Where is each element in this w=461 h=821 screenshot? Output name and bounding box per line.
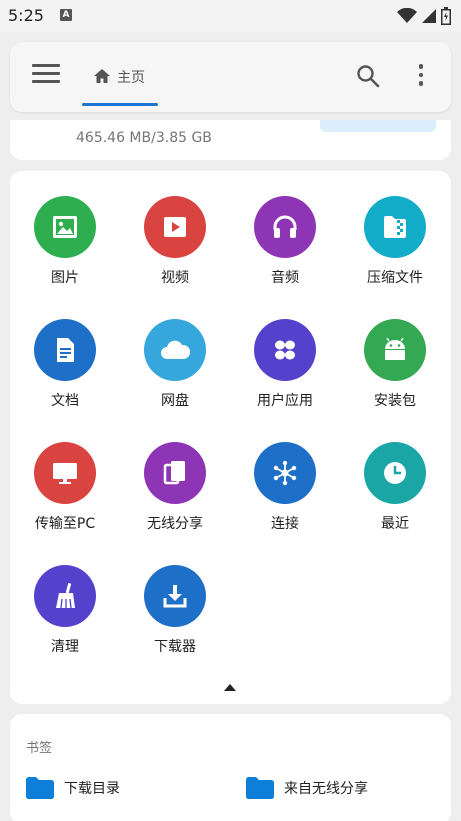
storage-card[interactable]: 465.46 MB/3.85 GB (10, 120, 451, 160)
cloud-icon (144, 319, 206, 381)
notification-badge: A (60, 9, 72, 21)
broom-icon (34, 565, 96, 627)
document-icon (34, 319, 96, 381)
category-image[interactable]: 图片 (10, 171, 120, 286)
category-label: 安装包 (374, 393, 416, 409)
category-label: 图片 (51, 270, 79, 286)
status-time: 5:25 (8, 6, 44, 25)
search-icon[interactable] (356, 64, 380, 92)
category-label: 用户应用 (257, 393, 313, 409)
category-apps[interactable]: 用户应用 (230, 294, 340, 409)
category-grid: 图片 视频 音频 压缩文件文档 网盘 用户应用 安装包传输至PC 无线分享 连接 最近清理 下载器 (10, 171, 451, 704)
apps-icon (254, 319, 316, 381)
signal-icon (422, 9, 436, 23)
share-icon (144, 442, 206, 504)
folder-icon (246, 777, 274, 799)
android-icon (364, 319, 426, 381)
bookmark-wireless-share[interactable]: 来自无线分享 (246, 774, 368, 802)
storage-progress-bar (320, 120, 436, 132)
category-label: 连接 (271, 516, 299, 532)
category-broom[interactable]: 清理 (10, 540, 120, 655)
category-clock[interactable]: 最近 (340, 417, 450, 532)
category-label: 传输至PC (34, 516, 96, 532)
category-cloud[interactable]: 网盘 (120, 294, 230, 409)
category-label: 音频 (271, 270, 299, 286)
headphones-icon (254, 196, 316, 258)
category-label: 视频 (161, 270, 189, 286)
bookmark-label: 来自无线分享 (284, 781, 368, 797)
category-label: 清理 (51, 639, 79, 655)
menu-icon[interactable] (32, 64, 60, 90)
video-icon (144, 196, 206, 258)
category-label: 最近 (381, 516, 409, 532)
storage-usage-text: 465.46 MB/3.85 GB (76, 130, 212, 146)
tab-home-label: 主页 (117, 70, 145, 86)
bookmark-label: 下载目录 (64, 781, 120, 797)
download-icon (144, 565, 206, 627)
tab-home[interactable]: 主页 (82, 42, 158, 108)
network-icon (254, 442, 316, 504)
category-download[interactable]: 下载器 (120, 540, 230, 655)
category-label: 文档 (51, 393, 79, 409)
home-icon (94, 69, 110, 83)
status-bar: 5:25 A (0, 0, 461, 32)
bookmarks-card: 书签 下载目录 来自无线分享 (10, 714, 451, 821)
wifi-icon (397, 8, 417, 23)
category-android[interactable]: 安装包 (340, 294, 450, 409)
battery-icon (441, 7, 451, 25)
category-headphones[interactable]: 音频 (230, 171, 340, 286)
folder-icon (26, 777, 54, 799)
collapse-arrow-icon[interactable] (222, 681, 238, 693)
category-label: 网盘 (161, 393, 189, 409)
category-video[interactable]: 视频 (120, 171, 230, 286)
clock-icon (364, 442, 426, 504)
zip-icon (364, 196, 426, 258)
category-document[interactable]: 文档 (10, 294, 120, 409)
category-zip[interactable]: 压缩文件 (340, 171, 450, 286)
tab-indicator (82, 103, 158, 106)
category-monitor[interactable]: 传输至PC (10, 417, 120, 532)
image-icon (34, 196, 96, 258)
category-label: 无线分享 (147, 516, 203, 532)
category-label: 压缩文件 (367, 270, 423, 286)
bookmark-downloads[interactable]: 下载目录 (26, 774, 120, 802)
category-label: 下载器 (154, 639, 196, 655)
category-network[interactable]: 连接 (230, 417, 340, 532)
more-vert-icon[interactable] (415, 64, 427, 90)
monitor-icon (34, 442, 96, 504)
category-share[interactable]: 无线分享 (120, 417, 230, 532)
app-bar: 主页 (10, 42, 451, 112)
bookmarks-title: 书签 (26, 741, 53, 756)
status-icons (397, 7, 451, 25)
